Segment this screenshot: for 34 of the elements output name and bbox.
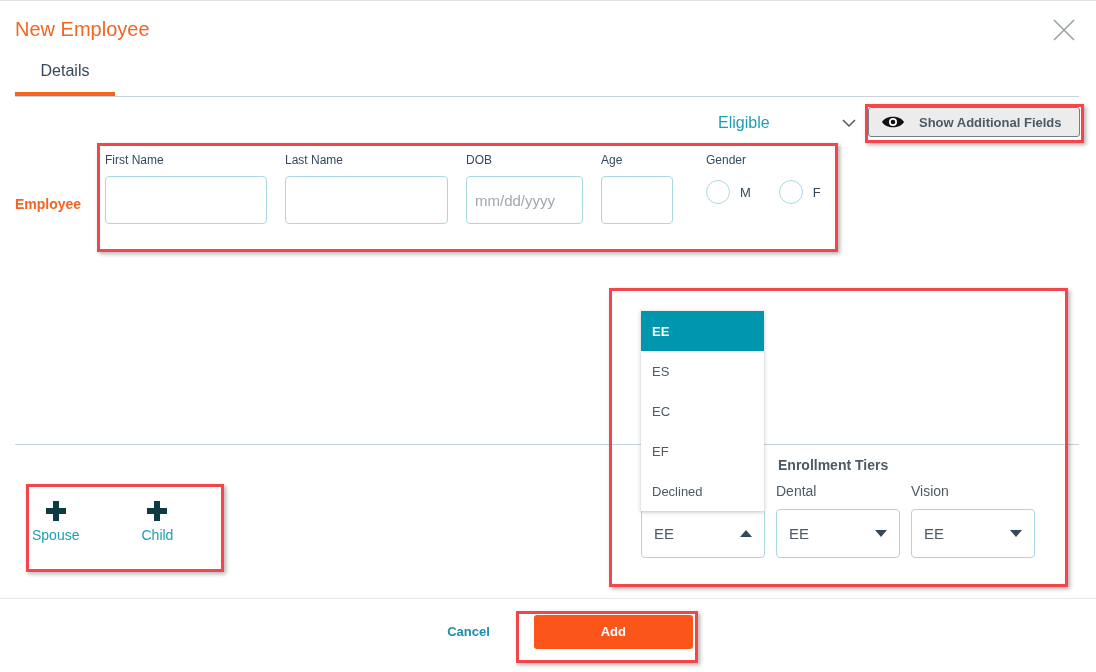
tier-dropdown[interactable]: EE [776,509,900,558]
cancel-button[interactable]: Cancel [443,620,494,643]
field-label: Last Name [285,152,345,168]
tier-dropdown[interactable]: EE [911,509,1035,558]
details-tab[interactable]: Details [15,58,115,96]
menu-option[interactable]: ES [641,351,764,391]
tier-dropdown[interactable]: EE [641,509,765,558]
menu-option[interactable]: EE [641,311,764,351]
eye-icon [881,115,905,129]
menu-option[interactable]: Declined [641,471,764,511]
menu-option[interactable]: EC [641,391,764,431]
radio-button[interactable] [706,180,730,204]
field-label: First Name [105,152,165,168]
menu-option[interactable]: EF [641,431,764,471]
text-field[interactable] [601,176,673,224]
radio-button[interactable] [778,180,803,204]
field-label: Age [601,152,624,168]
section-label: Employee [14,196,83,212]
radio-label: M [740,184,751,200]
field-label: Vision [911,483,950,501]
radio-label: F [812,184,821,200]
show-fields-button[interactable]: Show Additional Fields [868,107,1080,137]
close-icon[interactable] [1052,17,1076,42]
text-field[interactable] [285,176,448,224]
field-label: DOB [466,152,493,168]
plus-icon [147,501,168,521]
plus-icon [45,501,66,521]
dialog-title: New Employee [15,18,150,41]
chevron-down-icon [842,118,856,128]
text-field[interactable] [105,176,267,224]
field-label: Gender [706,152,748,168]
field-label: Dental [776,483,818,501]
section-heading: Enrollment Tiers [778,457,890,475]
text-field[interactable]: mm/dd/yyyy [466,176,583,224]
